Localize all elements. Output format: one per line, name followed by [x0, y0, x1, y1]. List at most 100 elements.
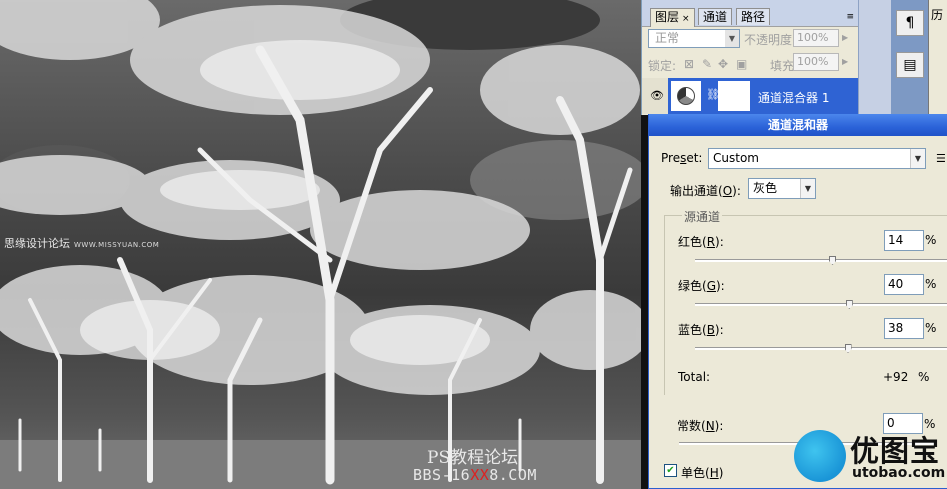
- green-label: 绿色(G):: [678, 277, 725, 294]
- chevron-down-icon: ▼: [725, 30, 739, 47]
- chevron-down-icon: ▼: [800, 179, 815, 198]
- layer-name[interactable]: 通道混合器 1: [758, 89, 829, 106]
- tab-label: 图层: [655, 10, 680, 24]
- red-slider-track[interactable]: [695, 256, 947, 265]
- lock-label: 锁定:: [648, 59, 677, 73]
- dock-strip: [858, 0, 891, 115]
- blend-mode-select[interactable]: 正常 ▼: [648, 29, 740, 48]
- layers-panel: 图层 × 通道 路径 ≡ 正常 ▼ 不透明度: 100% ▶ 锁定: ⊠ ✎ ✥ …: [641, 0, 858, 115]
- document-icon[interactable]: ▤: [896, 52, 924, 78]
- watermark-missyuan: 思缘设计论坛 WWW.MISSYUAN.COM: [4, 235, 159, 251]
- red-label-text: 红色(: [678, 235, 707, 249]
- blue-label-text: ):: [714, 323, 724, 337]
- watermark-url-part: BBS-16: [413, 466, 471, 484]
- preset-label: Preset:: [661, 151, 702, 165]
- tab-paths[interactable]: 路径: [736, 8, 771, 25]
- constant-label-text: 常数(: [677, 419, 706, 433]
- red-slider-knob[interactable]: [829, 256, 837, 265]
- preset-value: Custom: [713, 151, 759, 165]
- constant-label-text: ):: [714, 419, 724, 433]
- blue-unit: %: [925, 321, 937, 335]
- constant-label: 常数(N):: [677, 417, 723, 434]
- output-label-text: ):: [732, 184, 741, 198]
- watermark-text: 思缘设计论坛: [4, 237, 70, 250]
- red-input[interactable]: 14: [884, 230, 924, 251]
- eye-icon[interactable]: 👁: [650, 89, 664, 102]
- total-value: +92: [883, 370, 909, 384]
- adjustment-thumbnail: [671, 81, 701, 111]
- panel-tab-row: 图层 × 通道 路径 ≡: [642, 0, 858, 27]
- green-label-text: 绿色(: [678, 279, 707, 293]
- tab-label: 路径: [741, 10, 766, 24]
- source-channels-label: 源通道: [682, 208, 723, 225]
- close-icon[interactable]: ×: [682, 14, 690, 24]
- fill-input[interactable]: 100%: [793, 53, 839, 71]
- layer-row[interactable]: 👁 ⛓ 通道混合器 1: [642, 78, 858, 114]
- chevron-down-icon: ▼: [910, 149, 925, 168]
- preset-label-text: Pre: [661, 151, 681, 165]
- tab-layers[interactable]: 图层 ×: [650, 8, 695, 27]
- blue-slider-knob[interactable]: [844, 344, 852, 353]
- monochrome-checkbox[interactable]: ✔: [664, 464, 677, 477]
- utobao-logo: 优图宝 utobao.com: [790, 426, 947, 489]
- tab-channels[interactable]: 通道: [698, 8, 733, 25]
- output-channel-value: 灰色: [753, 181, 778, 195]
- dialog-title[interactable]: 通道混和器: [649, 114, 947, 136]
- watermark-url: WWW.MISSYUAN.COM: [74, 241, 160, 249]
- preset-label-text: et:: [686, 151, 703, 165]
- red-label-key: R: [706, 235, 716, 249]
- total-unit: %: [918, 370, 930, 384]
- output-channel-label: 输出通道(O):: [670, 182, 741, 199]
- history-panel: 历: [928, 0, 947, 115]
- layer-mask-thumbnail[interactable]: [718, 81, 750, 111]
- chevron-right-icon[interactable]: ▶: [842, 33, 848, 42]
- preset-select[interactable]: Custom ▼: [708, 148, 926, 169]
- blend-opacity-row: 正常 ▼ 不透明度: 100% ▶: [648, 29, 854, 49]
- paragraph-icon[interactable]: ¶: [896, 10, 924, 36]
- opacity-input[interactable]: 100%: [793, 29, 839, 47]
- green-slider-track[interactable]: [695, 300, 947, 309]
- blue-label-text: 蓝色(: [678, 323, 707, 337]
- green-input[interactable]: 40: [884, 274, 924, 295]
- monochrome-label-text: ): [718, 466, 724, 480]
- lock-transparency-icon[interactable]: ⊠: [684, 57, 694, 71]
- constant-label-key: N: [705, 419, 715, 433]
- green-unit: %: [925, 277, 937, 291]
- lock-all-icon[interactable]: ▣: [736, 57, 747, 71]
- green-label-text: ):: [716, 279, 725, 293]
- red-unit: %: [925, 233, 937, 247]
- watermark-url-part: 8.COM: [489, 466, 537, 484]
- watermark-ps-forum: PS教程论坛: [427, 448, 519, 468]
- output-label-text: 输出通道(: [670, 184, 723, 198]
- total-label: Total:: [678, 370, 711, 384]
- panel-menu-icon[interactable]: ≡: [846, 12, 854, 22]
- lock-move-icon[interactable]: ✥: [718, 57, 728, 71]
- green-slider-knob[interactable]: [845, 300, 853, 309]
- monochrome-label[interactable]: 单色(H): [681, 464, 723, 481]
- lock-paint-icon[interactable]: ✎: [702, 57, 712, 71]
- list-icon[interactable]: ☰: [936, 152, 946, 165]
- tab-history[interactable]: 历: [931, 6, 943, 23]
- blend-mode-value: 正常: [655, 31, 680, 45]
- blue-slider-track[interactable]: [695, 344, 947, 353]
- logo-domain: utobao.com: [852, 465, 946, 481]
- chevron-right-icon[interactable]: ▶: [842, 57, 848, 66]
- monochrome-label-text: 单色(: [681, 466, 710, 480]
- source-channels-group: 源通道 红色(R): 14 % 绿色(G): 40 % 蓝色(B): 38 % …: [664, 208, 947, 395]
- blue-label: 蓝色(B):: [678, 321, 724, 338]
- red-label: 红色(R):: [678, 233, 724, 250]
- red-label-text: ):: [715, 235, 724, 249]
- watermark-url-part: XX: [470, 466, 490, 484]
- lock-fill-row: 锁定: ⊠ ✎ ✥ ▣ 填充: 100% ▶: [648, 53, 854, 75]
- layer-selected[interactable]: ⛓ 通道混合器 1: [668, 78, 858, 114]
- blue-input[interactable]: 38: [884, 318, 924, 339]
- green-label-key: G: [706, 279, 716, 293]
- document-canvas[interactable]: 思缘设计论坛 WWW.MISSYUAN.COM PS教程论坛 BBS-16XX8.…: [0, 0, 641, 489]
- channel-mixer-icon: [677, 87, 695, 105]
- checkmark-icon: ✔: [666, 465, 675, 476]
- logo-brand: 优图宝: [850, 434, 941, 468]
- output-channel-select[interactable]: 灰色 ▼: [748, 178, 816, 199]
- output-label-key: O: [722, 184, 733, 198]
- tab-label: 通道: [703, 10, 728, 24]
- opacity-label: 不透明度:: [744, 33, 797, 47]
